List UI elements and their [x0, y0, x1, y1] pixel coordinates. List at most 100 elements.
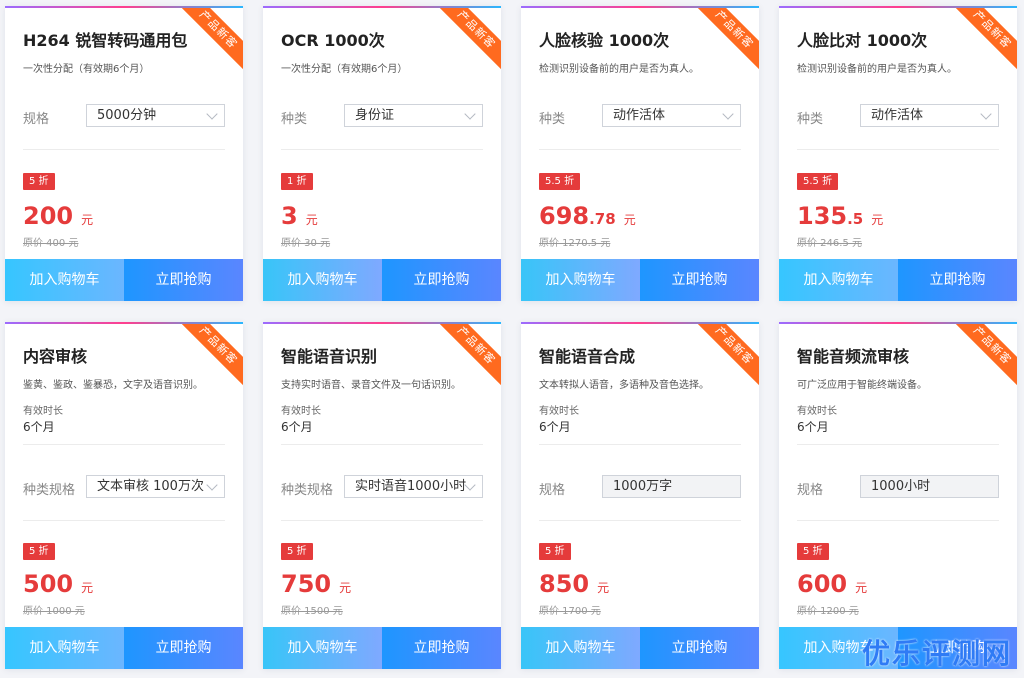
- spec-select[interactable]: 文本审核 100万次: [86, 475, 225, 498]
- buy-now-button[interactable]: 立即抢购: [124, 627, 243, 669]
- add-to-cart-button[interactable]: 加入购物车: [263, 259, 382, 301]
- price-unit: 元: [81, 213, 94, 227]
- price-integer: 200: [23, 202, 74, 230]
- product-card: 产品新客 人脸核验 1000次 检测识别设备前的用户是否为真人。 种类 动作活体…: [521, 6, 759, 301]
- spec-select[interactable]: 5000分钟: [86, 104, 225, 127]
- chevron-down-icon: [206, 108, 218, 120]
- discount-badge: 5.5 折: [797, 173, 839, 190]
- divider: [23, 149, 225, 150]
- spec-select[interactable]: 实时语音1000小时: [344, 475, 483, 498]
- price-unit: 元: [871, 213, 884, 227]
- product-title: 智能语音识别: [281, 347, 378, 366]
- price-integer: 850: [539, 570, 590, 598]
- original-price: 原价 1200 元: [797, 606, 859, 617]
- add-to-cart-button[interactable]: 加入购物车: [263, 627, 382, 669]
- add-to-cart-button[interactable]: 加入购物车: [521, 259, 640, 301]
- buy-now-button[interactable]: 立即抢购: [382, 259, 501, 301]
- price-unit: 元: [81, 581, 94, 595]
- buy-now-button[interactable]: 立即抢购: [124, 259, 243, 301]
- spec-select-value: 动作活体: [613, 108, 666, 123]
- product-title: 智能语音合成: [539, 347, 636, 366]
- price-integer: 750: [281, 570, 332, 598]
- product-title: 人脸核验 1000次: [539, 31, 670, 50]
- discount-badge: 5 折: [281, 543, 313, 560]
- price: 698.78 元: [539, 202, 636, 230]
- validity-value: 6个月: [797, 420, 829, 434]
- product-description: 检测识别设备前的用户是否为真人。: [797, 64, 957, 75]
- product-description: 支持实时语音、录音文件及一句话识别。: [281, 380, 461, 391]
- spec-select-value: 文本审核 100万次: [97, 479, 204, 494]
- validity-label: 有效时长: [797, 406, 837, 417]
- new-customer-ribbon: 产品新客: [946, 324, 1017, 392]
- spec-label: 规格: [23, 112, 50, 127]
- buy-now-button[interactable]: 立即抢购: [640, 259, 759, 301]
- price-integer: 135: [797, 202, 848, 230]
- price: 3元: [281, 202, 318, 230]
- divider: [23, 520, 225, 521]
- product-description: 一次性分配（有效期6个月）: [281, 64, 408, 75]
- divider: [539, 444, 741, 445]
- add-to-cart-button[interactable]: 加入购物车: [521, 627, 640, 669]
- spec-select-value: 身份证: [355, 108, 395, 123]
- price: 850 元: [539, 570, 609, 598]
- product-title: H264 锐智转码通用包: [23, 31, 188, 50]
- product-card: 产品新客 OCR 1000次 一次性分配（有效期6个月） 种类 身份证 1 折 …: [263, 6, 501, 301]
- divider: [797, 444, 999, 445]
- spec-select-value: 动作活体: [871, 108, 924, 123]
- price-integer: 600: [797, 570, 848, 598]
- spec-field-value: 1000万字: [613, 479, 673, 494]
- chevron-down-icon: [980, 108, 992, 120]
- spec-field-value: 1000小时: [871, 479, 931, 494]
- card-actions: 加入购物车 立即抢购: [263, 627, 501, 669]
- buy-now-button[interactable]: 立即抢购: [382, 627, 501, 669]
- divider: [539, 520, 741, 521]
- spec-select[interactable]: 动作活体: [860, 104, 999, 127]
- chevron-down-icon: [464, 108, 476, 120]
- original-price: 原价 246.5 元: [797, 238, 862, 249]
- add-to-cart-button[interactable]: 加入购物车: [5, 627, 124, 669]
- buy-now-button[interactable]: 立即抢购: [640, 627, 759, 669]
- product-card: 产品新客 智能语音合成 文本转拟人语音，多语种及音色选择。 有效时长 6个月 规…: [521, 322, 759, 669]
- add-to-cart-button[interactable]: 加入购物车: [779, 259, 898, 301]
- product-grid: 产品新客 H264 锐智转码通用包 一次性分配（有效期6个月） 规格 5000分…: [5, 6, 1017, 669]
- card-actions: 加入购物车 立即抢购: [521, 627, 759, 669]
- divider: [281, 149, 483, 150]
- price-integer: 500: [23, 570, 74, 598]
- price-unit: 元: [339, 581, 352, 595]
- price-decimal: .5: [847, 210, 864, 228]
- spec-label: 种类规格: [281, 483, 334, 498]
- buy-now-button[interactable]: 立即抢购: [898, 259, 1017, 301]
- discount-badge: 5 折: [23, 543, 55, 560]
- spec-label: 规格: [539, 483, 566, 498]
- add-to-cart-button[interactable]: 加入购物车: [5, 259, 124, 301]
- card-actions: 加入购物车 立即抢购: [5, 627, 243, 669]
- original-price: 原价 30 元: [281, 238, 331, 249]
- price: 750 元: [281, 570, 351, 598]
- spec-select[interactable]: 身份证: [344, 104, 483, 127]
- divider: [23, 444, 225, 445]
- spec-select-value: 实时语音1000小时: [355, 479, 467, 494]
- validity-value: 6个月: [539, 420, 571, 434]
- validity-value: 6个月: [23, 420, 55, 434]
- discount-badge: 5 折: [23, 173, 55, 190]
- price-unit: 元: [855, 581, 868, 595]
- chevron-down-icon: [722, 108, 734, 120]
- spec-select[interactable]: 动作活体: [602, 104, 741, 127]
- original-price: 原价 1000 元: [23, 606, 85, 617]
- price: 135.5 元: [797, 202, 883, 230]
- product-card: 产品新客 内容审核 鉴黄、鉴政、鉴暴恐，文字及语音识别。 有效时长 6个月 种类…: [5, 322, 243, 669]
- spec-field: 1000万字: [602, 475, 741, 498]
- divider: [539, 149, 741, 150]
- price: 200 元: [23, 202, 93, 230]
- discount-badge: 5 折: [539, 543, 571, 560]
- spec-label: 种类规格: [23, 483, 76, 498]
- original-price: 原价 1270.5 元: [539, 238, 611, 249]
- price: 600 元: [797, 570, 867, 598]
- divider: [281, 444, 483, 445]
- price-unit: 元: [623, 213, 636, 227]
- validity-label: 有效时长: [539, 406, 579, 417]
- discount-badge: 5.5 折: [539, 173, 581, 190]
- validity-label: 有效时长: [281, 406, 321, 417]
- card-actions: 加入购物车 立即抢购: [521, 259, 759, 301]
- validity-value: 6个月: [281, 420, 313, 434]
